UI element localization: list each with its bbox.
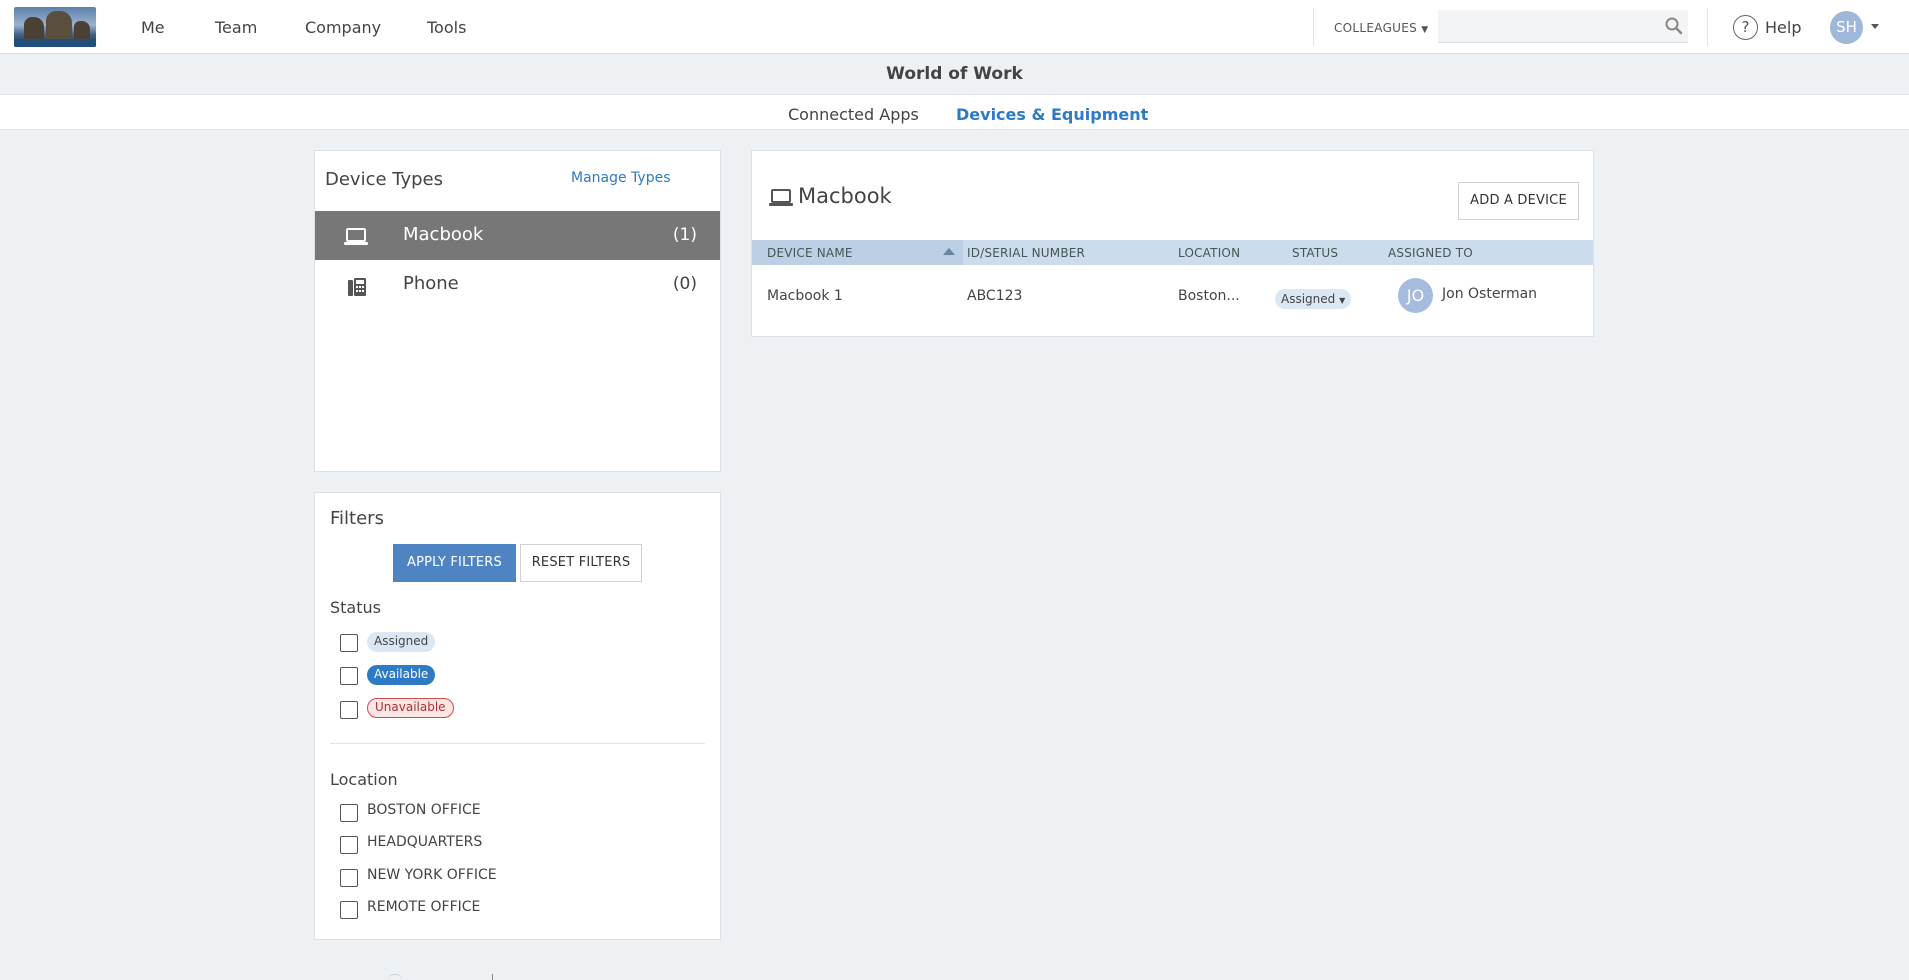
avatar: JO bbox=[1398, 278, 1433, 313]
tab-connected-apps[interactable]: Connected Apps bbox=[788, 105, 919, 124]
column-header-serial[interactable]: ID/SERIAL NUMBER bbox=[967, 246, 1085, 260]
colleagues-label: COLLEAGUES bbox=[1334, 21, 1418, 35]
location-label: NEW YORK OFFICE bbox=[367, 867, 497, 883]
nav-item-company[interactable]: Company bbox=[305, 18, 381, 37]
device-types-heading: Device Types bbox=[325, 169, 444, 190]
status-dropdown[interactable]: Assigned ▼ bbox=[1275, 289, 1352, 309]
location-checkbox-remote-office[interactable] bbox=[340, 901, 358, 919]
status-badge-unavailable: Unavailable bbox=[367, 698, 454, 718]
manage-types-link[interactable]: Manage Types bbox=[571, 170, 671, 186]
device-type-count: (0) bbox=[672, 274, 697, 294]
devices-heading: Macbook bbox=[798, 184, 892, 208]
status-checkbox-available[interactable] bbox=[340, 667, 358, 685]
device-type-label: Macbook bbox=[403, 224, 484, 245]
column-header-assigned-to[interactable]: ASSIGNED TO bbox=[1388, 246, 1473, 260]
location-checkbox-headquarters[interactable] bbox=[340, 836, 358, 854]
device-type-count: (1) bbox=[672, 225, 697, 245]
device-type-item-macbook[interactable]: Macbook (1) bbox=[315, 211, 720, 260]
sub-navigation: Connected Apps Devices & Equipment bbox=[0, 94, 1909, 130]
user-avatar[interactable]: SH bbox=[1830, 11, 1863, 44]
nav-item-tools[interactable]: Tools bbox=[427, 18, 466, 37]
device-type-label: Phone bbox=[403, 273, 459, 294]
filter-divider bbox=[330, 743, 705, 744]
column-header-status[interactable]: STATUS bbox=[1292, 246, 1338, 260]
device-name-cell[interactable]: Macbook 1 bbox=[767, 288, 843, 304]
footer-fragment bbox=[492, 974, 493, 980]
top-navigation-bar: Me Team Company Tools COLLEAGUES ▼ ? Hel… bbox=[0, 0, 1909, 54]
nav-item-me[interactable]: Me bbox=[141, 18, 165, 37]
company-logo[interactable] bbox=[14, 7, 96, 47]
status-badge-assigned: Assigned bbox=[367, 632, 436, 652]
location-label: REMOTE OFFICE bbox=[367, 899, 481, 915]
device-type-item-phone[interactable]: Phone (0) bbox=[315, 260, 720, 309]
location-label: HEADQUARTERS bbox=[367, 834, 483, 850]
nav-item-team[interactable]: Team bbox=[215, 18, 257, 37]
serial-cell: ABC123 bbox=[967, 288, 1023, 304]
laptop-icon bbox=[769, 189, 793, 206]
nav-divider bbox=[1313, 8, 1314, 46]
footer-fragment bbox=[388, 974, 402, 980]
chevron-down-icon[interactable] bbox=[1871, 24, 1879, 29]
column-header-location[interactable]: LOCATION bbox=[1178, 246, 1240, 260]
apply-filters-button[interactable]: APPLY FILTERS bbox=[393, 544, 516, 582]
colleagues-dropdown[interactable]: COLLEAGUES ▼ bbox=[1334, 21, 1428, 35]
chevron-down-icon: ▼ bbox=[1421, 25, 1429, 35]
help-link[interactable]: Help bbox=[1765, 18, 1801, 37]
status-checkbox-unavailable[interactable] bbox=[340, 701, 358, 719]
reset-filters-button[interactable]: RESET FILTERS bbox=[520, 544, 642, 582]
location-cell: Boston... bbox=[1178, 288, 1240, 304]
sort-ascending-icon[interactable] bbox=[943, 248, 955, 255]
status-checkbox-assigned[interactable] bbox=[340, 634, 358, 652]
status-badge: Assigned bbox=[1281, 292, 1336, 306]
status-filter-heading: Status bbox=[330, 598, 381, 617]
filters-panel: Filters APPLY FILTERS RESET FILTERS Stat… bbox=[314, 492, 721, 940]
device-types-panel: Device Types Manage Types Macbook (1) Ph… bbox=[314, 150, 721, 472]
status-badge-available: Available bbox=[367, 665, 436, 685]
location-filter-heading: Location bbox=[330, 770, 398, 789]
logo-sea-shape bbox=[14, 39, 96, 47]
page-title: World of Work bbox=[886, 64, 1023, 84]
location-checkbox-new-york-office[interactable] bbox=[340, 869, 358, 887]
tab-devices-equipment[interactable]: Devices & Equipment bbox=[956, 105, 1148, 124]
nav-divider bbox=[1707, 8, 1708, 46]
devices-table-header: DEVICE NAME ID/SERIAL NUMBER LOCATION ST… bbox=[752, 240, 1593, 265]
laptop-icon bbox=[344, 228, 368, 245]
phone-icon bbox=[348, 278, 366, 296]
column-header-device-name[interactable]: DEVICE NAME bbox=[767, 246, 853, 260]
search-icon[interactable] bbox=[1664, 16, 1684, 36]
filters-heading: Filters bbox=[330, 508, 384, 529]
location-checkbox-boston-office[interactable] bbox=[340, 804, 358, 822]
help-icon[interactable]: ? bbox=[1733, 15, 1758, 40]
location-label: BOSTON OFFICE bbox=[367, 802, 481, 818]
assignee-name[interactable]: Jon Osterman bbox=[1442, 286, 1537, 302]
search-input[interactable] bbox=[1438, 10, 1688, 43]
chevron-down-icon: ▼ bbox=[1339, 296, 1346, 305]
devices-panel: Macbook ADD A DEVICE DEVICE NAME ID/SERI… bbox=[751, 150, 1594, 337]
add-device-button[interactable]: ADD A DEVICE bbox=[1458, 182, 1579, 220]
